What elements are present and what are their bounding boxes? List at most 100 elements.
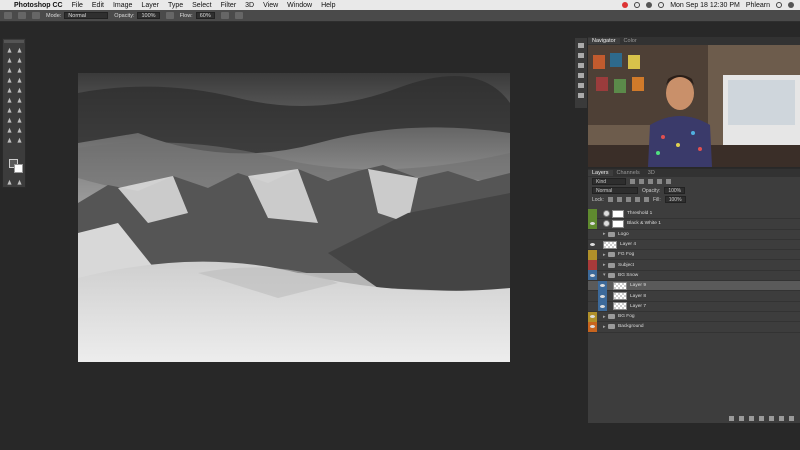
visibility-eye-icon[interactable] xyxy=(598,280,607,291)
hand-tool-icon[interactable] xyxy=(6,137,13,144)
volume-icon[interactable] xyxy=(646,2,653,8)
visibility-eye-icon[interactable] xyxy=(588,311,597,322)
visibility-eye-icon[interactable] xyxy=(598,291,607,302)
document-canvas[interactable] xyxy=(78,73,510,362)
menu-file[interactable]: File xyxy=(72,2,83,9)
layer-name[interactable]: Background xyxy=(618,324,644,329)
brush-preset-icon[interactable] xyxy=(18,12,26,19)
new-layer-icon[interactable] xyxy=(779,415,784,421)
pen-tool-icon[interactable] xyxy=(6,117,13,124)
menu-edit[interactable]: Edit xyxy=(92,2,104,9)
zoom-tool-icon[interactable] xyxy=(16,137,23,144)
type-tool-icon[interactable] xyxy=(16,117,23,124)
dodge-tool-icon[interactable] xyxy=(16,107,23,114)
layer-row[interactable]: ▸ BG Fog xyxy=(588,311,800,323)
history-brush-tool-icon[interactable] xyxy=(16,87,23,94)
layer-row[interactable]: ▸ Background xyxy=(588,321,800,333)
layer-name[interactable]: BG Fog xyxy=(618,314,635,319)
lock-artboard-icon[interactable] xyxy=(634,197,640,202)
layer-name[interactable]: Layer 7 xyxy=(630,304,646,309)
menu-3d[interactable]: 3D xyxy=(245,2,254,9)
menu-type[interactable]: Type xyxy=(168,2,183,9)
blend-mode-select[interactable]: Normal xyxy=(592,187,638,194)
blur-tool-icon[interactable] xyxy=(6,107,13,114)
path-select-tool-icon[interactable] xyxy=(6,127,13,134)
marquee-tool-icon[interactable] xyxy=(16,47,23,54)
visibility-eye-icon[interactable] xyxy=(588,270,597,281)
layer-name[interactable]: Threshold 1 xyxy=(627,211,652,216)
layer-row[interactable]: ▾ BG Snow xyxy=(588,270,800,282)
visibility-eye-icon[interactable] xyxy=(598,301,607,312)
layer-name[interactable]: Black & White 1 xyxy=(627,221,661,226)
move-tool-icon[interactable] xyxy=(6,47,13,54)
layer-thumbnail[interactable] xyxy=(613,281,627,290)
layer-row[interactable]: ▸ Subject xyxy=(588,260,800,271)
history-panel-icon[interactable] xyxy=(578,83,584,88)
layer-row[interactable]: Layer 8 xyxy=(588,291,800,302)
wifi-icon[interactable] xyxy=(634,2,641,8)
lock-pixels-icon[interactable] xyxy=(616,197,622,202)
brush-tool-icon[interactable] xyxy=(4,12,12,19)
new-adjustment-icon[interactable] xyxy=(759,415,764,421)
battery-icon[interactable] xyxy=(658,2,665,8)
brush-tool-icon-panel[interactable] xyxy=(16,77,23,84)
record-icon[interactable] xyxy=(622,2,629,8)
lasso-tool-icon[interactable] xyxy=(6,57,13,64)
layer-thumbnail[interactable] xyxy=(603,240,617,249)
visibility-eye-icon[interactable] xyxy=(588,229,597,239)
menu-layer[interactable]: Layer xyxy=(141,2,159,9)
lock-transparent-icon[interactable] xyxy=(607,197,613,202)
shape-tool-icon[interactable] xyxy=(16,127,23,134)
airbrush-icon[interactable] xyxy=(220,12,229,19)
fx-icon[interactable] xyxy=(739,415,744,421)
tab-layers[interactable]: Layers xyxy=(588,170,613,176)
layer-row[interactable]: Layer 7 xyxy=(588,301,800,312)
filter-pixel-icon[interactable] xyxy=(630,179,635,184)
clone-stamp-tool-icon[interactable] xyxy=(6,87,13,94)
menu-help[interactable]: Help xyxy=(321,2,335,9)
info-panel-icon[interactable] xyxy=(578,93,584,98)
search-icon[interactable] xyxy=(776,2,782,8)
visibility-eye-icon[interactable] xyxy=(588,260,597,271)
tab-channels[interactable]: Channels xyxy=(613,170,644,176)
layer-name[interactable]: Layer 9 xyxy=(630,283,646,288)
layer-row[interactable]: ▸ FG Fog xyxy=(588,249,800,261)
layer-row[interactable]: Threshold 1 xyxy=(588,208,800,220)
opacity-field[interactable]: 100% xyxy=(137,12,160,19)
brush-panel-icon[interactable] xyxy=(578,63,584,68)
kind-filter-select[interactable]: Kind xyxy=(592,178,626,185)
delete-layer-icon[interactable] xyxy=(789,415,794,421)
menu-list-icon[interactable] xyxy=(788,2,794,8)
visibility-eye-icon[interactable] xyxy=(588,321,597,332)
menu-view[interactable]: View xyxy=(263,2,278,9)
character-panel-icon[interactable] xyxy=(578,43,584,48)
quick-select-tool-icon[interactable] xyxy=(16,57,23,64)
flow-field[interactable]: 60% xyxy=(195,12,215,19)
layer-name[interactable]: Layer 4 xyxy=(620,242,636,247)
filter-shape-icon[interactable] xyxy=(657,179,662,184)
eraser-tool-icon[interactable] xyxy=(6,97,13,104)
visibility-eye-icon[interactable] xyxy=(588,249,597,260)
tab-3d[interactable]: 3D xyxy=(644,170,659,176)
layer-name[interactable]: Layer 8 xyxy=(630,294,646,299)
quick-mask-icon[interactable] xyxy=(6,179,13,186)
brush-settings-icon[interactable] xyxy=(32,12,40,19)
layer-thumbnail[interactable] xyxy=(613,302,627,311)
link-layers-icon[interactable] xyxy=(729,415,734,421)
eyedropper-tool-icon[interactable] xyxy=(16,67,23,74)
pressure-size-icon[interactable] xyxy=(234,12,243,19)
visibility-eye-icon[interactable] xyxy=(588,240,597,250)
menu-window[interactable]: Window xyxy=(287,2,312,9)
pressure-opacity-icon[interactable] xyxy=(165,12,174,19)
app-name[interactable]: Photoshop CC xyxy=(14,2,63,9)
tab-navigator[interactable]: Navigator xyxy=(588,38,620,44)
layer-thumbnail[interactable] xyxy=(613,292,627,301)
lock-all-icon[interactable] xyxy=(643,197,649,202)
filter-adjustment-icon[interactable] xyxy=(639,179,644,184)
fill-field[interactable]: 100% xyxy=(664,196,686,203)
layer-name[interactable]: Logo xyxy=(618,232,629,237)
properties-panel-icon[interactable] xyxy=(578,73,584,78)
layer-name[interactable]: Subject xyxy=(618,263,634,268)
menu-select[interactable]: Select xyxy=(192,2,211,9)
filter-smart-object-icon[interactable] xyxy=(666,179,671,184)
